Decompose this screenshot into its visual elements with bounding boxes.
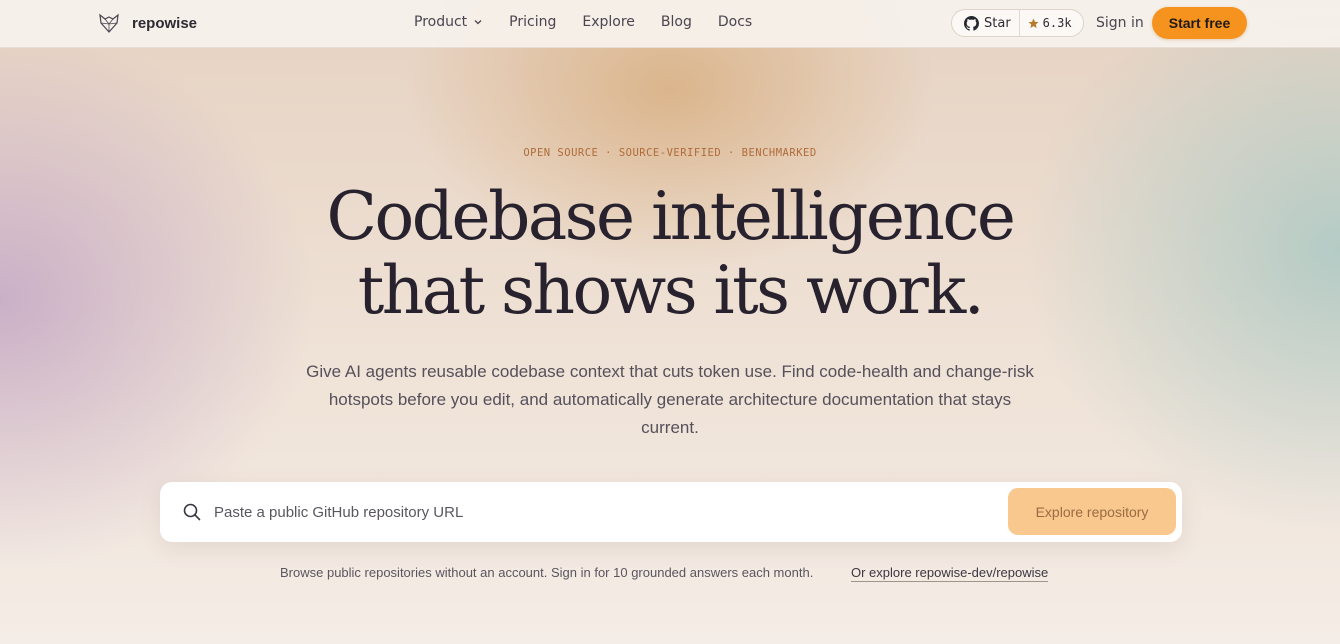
repo-search-bar: Explore repository	[160, 482, 1182, 542]
github-star-label: Star	[952, 10, 1020, 36]
brand-logo[interactable]: repowise	[98, 12, 197, 34]
nav-item-product[interactable]: Product	[414, 14, 483, 30]
brand-name: repowise	[132, 14, 198, 32]
headline-line-2: that shows its work.	[357, 252, 985, 329]
fox-logo-icon	[99, 13, 119, 33]
start-free-button[interactable]: Start free	[1152, 7, 1247, 39]
main-menu: Product Pricing Explore Blog Docs	[414, 14, 752, 30]
top-navigation: repowise Product Pricing Explore Blog Do…	[0, 0, 1340, 48]
hero-subtitle: Give AI agents reusable codebase context…	[306, 362, 1034, 437]
search-footnote: Browse public repositories without an ac…	[280, 565, 814, 580]
headline-line-1: Codebase intelligence	[326, 178, 1016, 255]
nav-item-docs[interactable]: Docs	[718, 14, 752, 30]
search-icon	[183, 503, 201, 521]
hero-eyebrow: OPEN SOURCE · SOURCE-VERIFIED · BENCHMAR…	[523, 147, 817, 159]
repo-url-input[interactable]	[214, 498, 974, 526]
hero-headline: Codebase intelligence that shows its wor…	[0, 180, 1340, 328]
explore-repository-button[interactable]: Explore repository	[1008, 488, 1176, 535]
github-star-count: 6.3k	[1020, 16, 1072, 30]
github-icon	[964, 15, 979, 31]
github-star-button[interactable]: Star 6.3k	[951, 9, 1084, 37]
sign-in-link[interactable]: Sign in	[1096, 15, 1144, 31]
nav-item-explore[interactable]: Explore	[582, 14, 635, 30]
explore-repowise-link[interactable]: Or explore repowise-dev/repowise	[851, 565, 1049, 582]
star-icon	[1028, 18, 1039, 28]
nav-item-blog[interactable]: Blog	[661, 14, 692, 30]
nav-item-pricing[interactable]: Pricing	[509, 14, 556, 30]
chevron-down-icon	[474, 20, 482, 25]
